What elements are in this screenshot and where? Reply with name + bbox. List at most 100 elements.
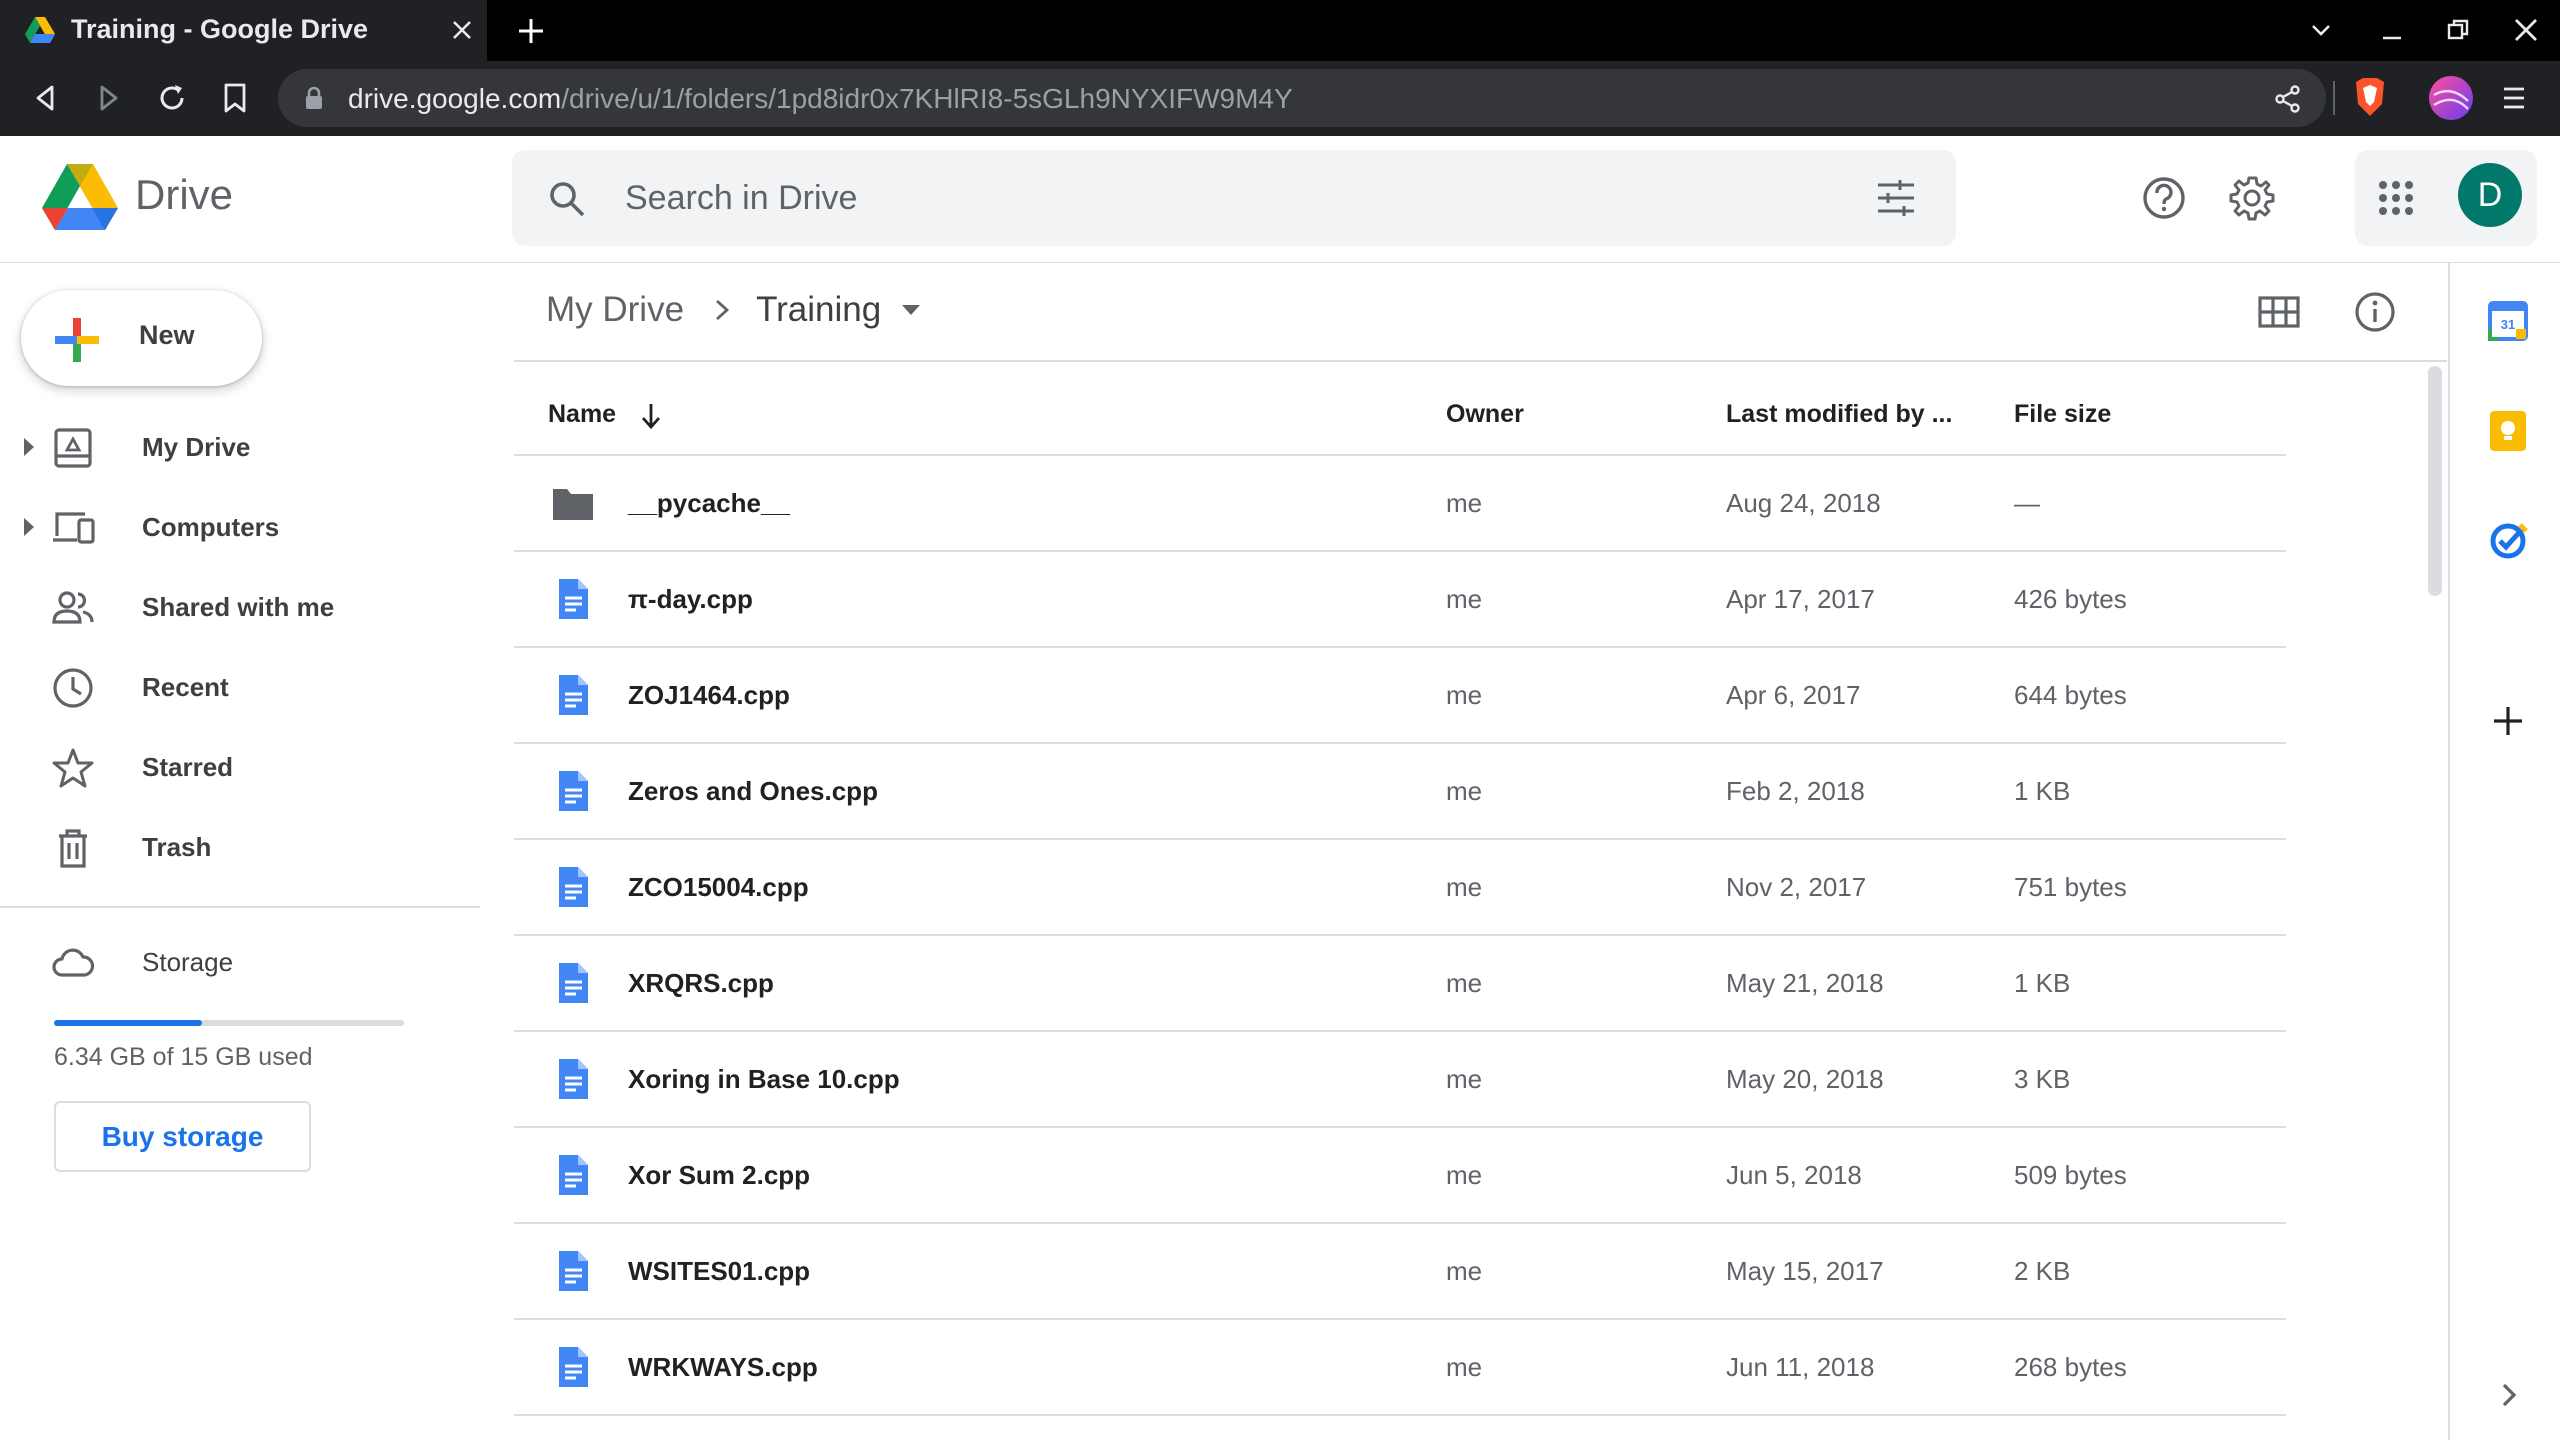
account-avatar[interactable]: D	[2458, 163, 2522, 227]
sort-arrow-down-icon[interactable]	[640, 402, 662, 430]
expand-caret-icon[interactable]	[24, 518, 34, 536]
browser-menu-icon[interactable]	[2500, 83, 2528, 113]
expand-panel-chevron-icon[interactable]	[2486, 1373, 2530, 1417]
file-last-modified: Apr 6, 2017	[1726, 680, 1861, 710]
file-size: 509 bytes	[2014, 1160, 2127, 1190]
file-last-modified: Apr 17, 2017	[1726, 584, 1875, 614]
keep-icon[interactable]	[2486, 409, 2530, 453]
calendar-day-text: 31	[2501, 317, 2515, 332]
sidebar-item-shared-with-me[interactable]: Shared with me	[0, 570, 470, 646]
file-owner: me	[1446, 680, 1483, 710]
file-owner: me	[1446, 1352, 1483, 1382]
file-row[interactable]: XRQRS.cpp me May 21, 2018 1 KB	[514, 936, 2286, 1032]
file-row[interactable]: WRKWAYS.cpp me Jun 11, 2018 268 bytes	[514, 1320, 2286, 1416]
file-rows: __pycache__ me Aug 24, 2018— π-day.cpp me Apr…	[514, 456, 2286, 1416]
share-icon[interactable]	[2274, 85, 2302, 113]
sidebar-item-label: Recent	[142, 672, 229, 702]
brave-shield-icon[interactable]	[2352, 76, 2388, 118]
url-host: drive.google.com	[348, 83, 562, 114]
file-row[interactable]: __pycache__ me Aug 24, 2018 —	[514, 456, 2286, 552]
tasks-icon[interactable]	[2486, 519, 2530, 563]
forward-icon[interactable]	[94, 83, 124, 113]
file-row[interactable]: Xoring in Base 10.cpp me May 20, 2018 3 KB	[514, 1032, 2286, 1128]
file-last-modified: Nov 2, 2017	[1726, 872, 1867, 902]
sidebar-item-recent[interactable]: Recent	[0, 650, 470, 726]
file-row[interactable]: ZOJ1464.cpp me Apr 6, 2017 644 bytes	[514, 648, 2286, 744]
sidebar-item-storage[interactable]: Storage	[0, 925, 470, 1001]
storage-progress-fill	[54, 1020, 202, 1026]
file-size: 1 KB	[2014, 968, 2071, 998]
sidebar-item-label: Shared with me	[142, 592, 335, 622]
column-header-last-modified[interactable]: Last modified by ...	[1726, 400, 1952, 429]
apps-grid-icon[interactable]	[2378, 180, 2414, 216]
drive-wordmark[interactable]: Drive	[135, 171, 233, 219]
toolbar-divider	[514, 360, 2447, 362]
file-size: 3 KB	[2014, 1064, 2071, 1094]
sidebar-item-my-drive[interactable]: My Drive	[0, 410, 470, 486]
file-row[interactable]: π-day.cpp me Apr 17, 2017 426 bytes	[514, 552, 2286, 648]
info-icon[interactable]	[2354, 291, 2396, 333]
sidebar-item-computers[interactable]: Computers	[0, 490, 470, 566]
document-icon	[559, 675, 588, 715]
search-box[interactable]	[512, 150, 1956, 246]
column-header-file-size[interactable]: File size	[2014, 400, 2111, 429]
file-row[interactable]: ZCO15004.cpp me Nov 2, 2017 751 bytes	[514, 840, 2286, 936]
file-size: 751 bytes	[2014, 872, 2127, 902]
file-last-modified: Jun 11, 2018	[1726, 1352, 1875, 1382]
column-header-name[interactable]: Name	[548, 400, 616, 429]
buy-storage-button[interactable]: Buy storage	[54, 1101, 311, 1172]
document-icon	[559, 1251, 588, 1291]
new-button-label: New	[139, 320, 195, 350]
tab-search-chevron-icon[interactable]	[2310, 22, 2332, 38]
profile-avatar-icon[interactable]	[2428, 75, 2474, 121]
drive-logo-icon[interactable]	[42, 164, 118, 230]
settings-button[interactable]	[2220, 166, 2284, 230]
breadcrumb: My Drive Training	[546, 288, 921, 332]
document-icon	[559, 1059, 588, 1099]
column-header-owner[interactable]: Owner	[1446, 400, 1524, 429]
side-panel-rail: 31	[2448, 263, 2560, 1440]
folder-menu-dropdown-icon[interactable]	[901, 304, 921, 316]
breadcrumb-current-folder[interactable]: Training	[756, 290, 881, 330]
file-row[interactable]: Xor Sum 2.cpp me Jun 5, 2018 509 bytes	[514, 1128, 2286, 1224]
help-button[interactable]	[2132, 166, 2196, 230]
file-size: —	[2014, 488, 2040, 518]
file-last-modified: May 21, 2018	[1726, 968, 1884, 998]
sidebar-item-starred[interactable]: Starred	[0, 730, 470, 806]
add-addon-icon[interactable]	[2486, 699, 2530, 743]
file-owner: me	[1446, 1256, 1483, 1286]
search-options-icon[interactable]	[1876, 180, 1916, 216]
lock-icon[interactable]	[304, 86, 324, 110]
file-last-modified: Feb 2, 2018	[1726, 776, 1865, 806]
back-icon[interactable]	[30, 83, 60, 113]
minimize-icon[interactable]	[2380, 18, 2404, 42]
sidebar-item-label: Trash	[142, 832, 212, 862]
new-button[interactable]: New	[21, 290, 262, 386]
search-input[interactable]	[625, 150, 1775, 246]
browser-toolbar: drive.google.com/drive/u/1/folders/1pd8i…	[0, 61, 2560, 136]
breadcrumb-my-drive[interactable]: My Drive	[546, 290, 684, 330]
calendar-icon[interactable]: 31	[2486, 299, 2530, 343]
document-icon	[559, 1155, 588, 1195]
close-tab-icon[interactable]	[451, 19, 473, 41]
sidebar-item-label: Starred	[142, 752, 234, 782]
sidebar-item-trash[interactable]: Trash	[0, 810, 470, 886]
restore-icon[interactable]	[2446, 18, 2470, 42]
bookmark-icon[interactable]	[222, 82, 248, 114]
new-tab-icon[interactable]	[517, 17, 545, 45]
file-row[interactable]: WSITES01.cpp me May 15, 2017 2 KB	[514, 1224, 2286, 1320]
file-owner: me	[1446, 776, 1483, 806]
grid-view-icon[interactable]	[2258, 296, 2300, 328]
reload-icon[interactable]	[156, 82, 188, 114]
file-row[interactable]: Zeros and Ones.cpp me Feb 2, 2018 1 KB	[514, 744, 2286, 840]
browser-tab[interactable]: Training - Google Drive	[0, 0, 487, 61]
expand-caret-icon[interactable]	[24, 438, 34, 456]
storage-used-text: 6.34 GB of 15 GB used	[54, 1043, 313, 1071]
address-bar[interactable]: drive.google.com/drive/u/1/folders/1pd8i…	[278, 69, 2326, 127]
search-icon[interactable]	[548, 180, 586, 218]
close-window-icon[interactable]	[2513, 17, 2539, 43]
scrollbar-thumb[interactable]	[2428, 366, 2442, 596]
scrollbar[interactable]	[2422, 362, 2444, 1440]
storage-progress-bar	[54, 1020, 404, 1026]
file-name: WRKWAYS.cpp	[628, 1352, 818, 1382]
